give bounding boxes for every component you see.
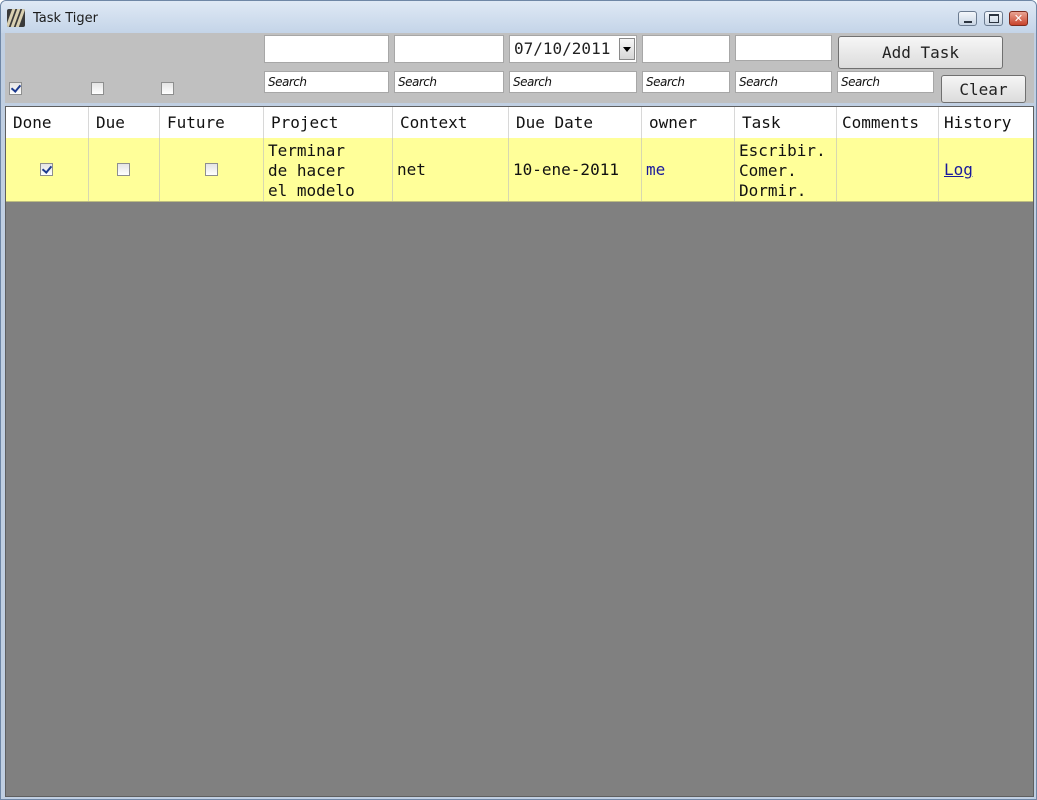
comments-search[interactable] bbox=[837, 71, 934, 93]
add-task-button[interactable]: Add Task bbox=[838, 36, 1003, 69]
cell-due-date[interactable]: 10-ene-2011 bbox=[509, 138, 642, 201]
task-search[interactable] bbox=[735, 71, 832, 93]
owner-search[interactable] bbox=[642, 71, 730, 93]
due-date-search[interactable] bbox=[509, 71, 637, 93]
grid-header: Done Due Future Project Context Due Date… bbox=[6, 107, 1033, 139]
close-button[interactable]: ✕ bbox=[1009, 11, 1028, 26]
date-dropdown-button[interactable] bbox=[619, 38, 635, 60]
due-date-value: 07/10/2011 bbox=[514, 39, 611, 58]
cell-project[interactable]: Terminar de hacer el modelo bbox=[264, 138, 393, 201]
cell-owner[interactable]: me bbox=[642, 138, 735, 201]
cell-history: Log bbox=[939, 138, 1033, 201]
column-header-owner[interactable]: owner bbox=[642, 107, 735, 138]
filter-due-checkbox[interactable] bbox=[91, 82, 104, 95]
filter-toolbar: 07/10/2011 Add Task Clear bbox=[5, 33, 1034, 103]
project-text: Terminar de hacer el modelo bbox=[268, 141, 355, 200]
column-header-done[interactable]: Done bbox=[6, 107, 89, 138]
row-future-checkbox[interactable] bbox=[205, 163, 218, 176]
cell-future bbox=[160, 138, 264, 201]
column-header-due-date[interactable]: Due Date bbox=[509, 107, 642, 138]
task-grid[interactable]: Done Due Future Project Context Due Date… bbox=[5, 106, 1034, 797]
maximize-icon bbox=[988, 14, 999, 23]
column-header-comments[interactable]: Comments bbox=[837, 107, 939, 138]
context-search[interactable] bbox=[394, 71, 504, 93]
column-header-task[interactable]: Task bbox=[735, 107, 837, 138]
minimize-button[interactable] bbox=[958, 11, 977, 26]
filter-done-checkbox[interactable] bbox=[9, 82, 22, 95]
filter-future-checkbox[interactable] bbox=[161, 82, 174, 95]
title-bar[interactable]: Task Tiger ✕ bbox=[1, 1, 1036, 33]
task-input[interactable] bbox=[735, 35, 832, 61]
column-header-project[interactable]: Project bbox=[264, 107, 393, 138]
cell-comments[interactable] bbox=[837, 138, 939, 201]
clear-button[interactable]: Clear bbox=[941, 75, 1026, 103]
context-input[interactable] bbox=[394, 35, 504, 63]
project-search[interactable] bbox=[264, 71, 389, 93]
context-text: net bbox=[397, 160, 426, 179]
cell-task[interactable]: Escribir. Comer. Dormir. bbox=[735, 138, 837, 201]
maximize-button[interactable] bbox=[984, 11, 1003, 26]
task-text: Escribir. Comer. Dormir. bbox=[739, 141, 826, 200]
main-window: Task Tiger ✕ 07/10/2011 Add Task Search … bbox=[0, 0, 1037, 800]
window-title: Task Tiger bbox=[33, 11, 98, 26]
owner-input[interactable] bbox=[642, 35, 730, 63]
due-date-text: 10-ene-2011 bbox=[513, 160, 619, 179]
row-due-checkbox[interactable] bbox=[117, 163, 130, 176]
table-row[interactable]: Terminar de hacer el modelo net 10-ene-2… bbox=[6, 138, 1033, 202]
tiger-app-icon[interactable] bbox=[7, 9, 25, 27]
cell-done bbox=[6, 138, 89, 201]
project-input[interactable] bbox=[264, 35, 389, 63]
column-header-due[interactable]: Due bbox=[89, 107, 160, 138]
cell-context[interactable]: net bbox=[393, 138, 509, 201]
column-header-context[interactable]: Context bbox=[393, 107, 509, 138]
column-header-history[interactable]: History bbox=[939, 107, 1033, 138]
column-header-future[interactable]: Future bbox=[160, 107, 264, 138]
row-done-checkbox[interactable] bbox=[40, 163, 53, 176]
chevron-down-icon bbox=[623, 46, 631, 52]
history-log-link[interactable]: Log bbox=[944, 160, 973, 179]
owner-text: me bbox=[646, 160, 666, 179]
minimize-icon bbox=[963, 20, 972, 23]
cell-due bbox=[89, 138, 160, 201]
close-icon: ✕ bbox=[1013, 12, 1024, 25]
due-date-picker[interactable]: 07/10/2011 bbox=[509, 35, 637, 63]
